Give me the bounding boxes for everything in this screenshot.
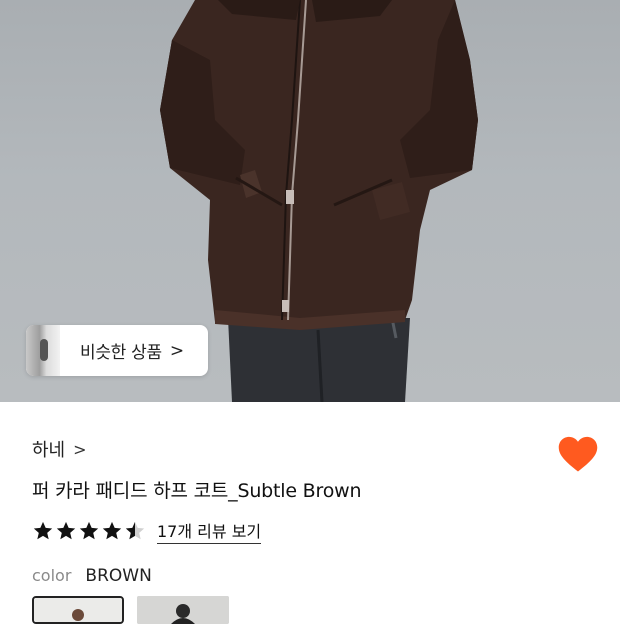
brand-link[interactable]: 하네 > <box>32 436 87 462</box>
view-reviews-link[interactable]: 17개 리뷰 보기 <box>157 518 262 544</box>
product-image[interactable]: 비슷한 상품 > <box>0 0 620 402</box>
star-full-icon <box>79 521 99 540</box>
brand-name: 하네 <box>32 440 66 461</box>
color-label: color <box>32 566 72 585</box>
similar-products-label: 비슷한 상품 <box>80 343 162 363</box>
star-full-icon <box>102 521 122 540</box>
chevron-right-icon: > <box>169 340 185 361</box>
rating-stars <box>32 520 147 542</box>
product-title: 퍼 카라 패디드 하프 코트_Subtle Brown <box>32 480 362 502</box>
rating-row: 17개 리뷰 보기 <box>32 518 262 544</box>
similar-product-thumbnail <box>26 325 60 376</box>
swatch-brown-image <box>34 598 122 622</box>
star-full-icon <box>33 521 53 540</box>
chevron-right-icon: > <box>73 439 87 459</box>
star-full-icon <box>56 521 76 540</box>
color-value: BROWN <box>85 566 152 586</box>
star-half-icon <box>125 521 145 540</box>
color-row: color BROWN <box>32 566 152 586</box>
similar-products-button[interactable]: 비슷한 상품 > <box>26 325 208 376</box>
heart-icon[interactable] <box>557 434 599 474</box>
